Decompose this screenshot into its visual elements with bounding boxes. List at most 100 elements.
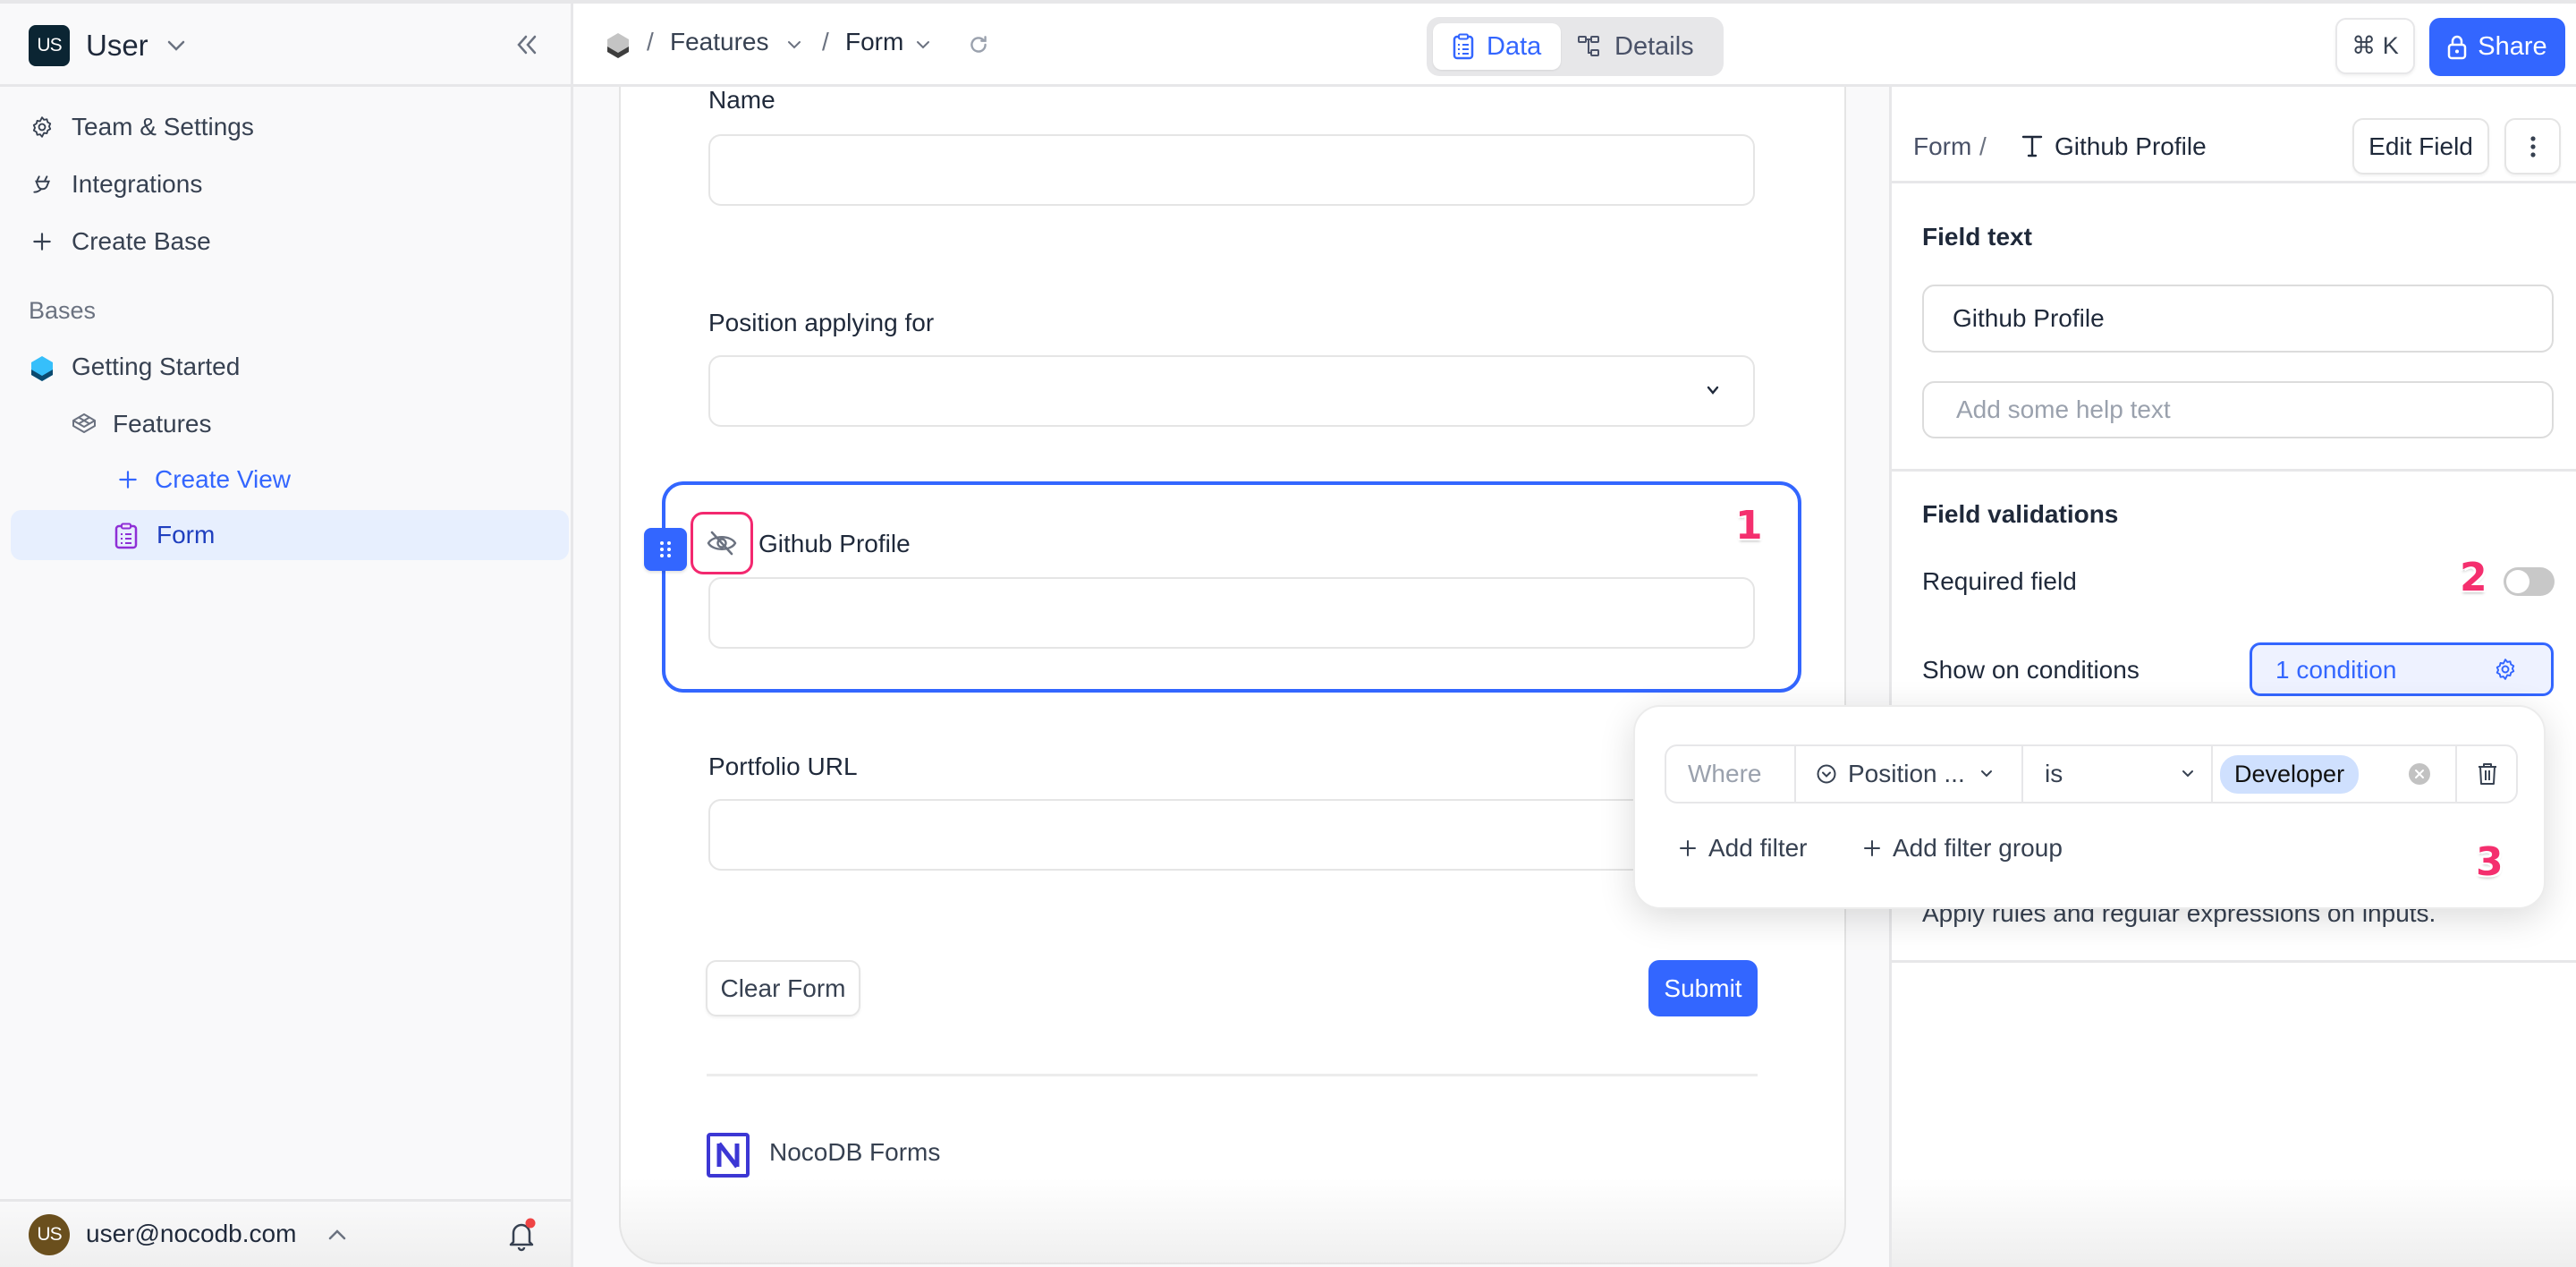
- user-avatar[interactable]: US: [29, 1214, 70, 1255]
- top-bar: / Features / Form Data Details ⌘ K Share: [573, 4, 2576, 87]
- workspace-avatar[interactable]: US: [29, 25, 70, 66]
- required-field-label: Required field: [1922, 567, 2077, 595]
- add-filter-group-button[interactable]: Add filter group: [1862, 834, 2063, 863]
- share-label: Share: [2478, 32, 2547, 61]
- tab-label: Details: [1614, 31, 1694, 61]
- filter-field-select[interactable]: Position ...: [1796, 746, 2023, 802]
- command-palette-button[interactable]: ⌘ K: [2335, 18, 2415, 74]
- filter-operator-select[interactable]: is: [2023, 746, 2213, 802]
- trash-icon: [2478, 762, 2497, 786]
- user-email[interactable]: user@nocodb.com: [86, 1220, 296, 1248]
- create-view-label: Create View: [155, 465, 292, 493]
- table-icon: [72, 412, 96, 436]
- nocodb-branding[interactable]: NocoDB Forms: [769, 1138, 940, 1167]
- plus-icon: [1864, 840, 1880, 856]
- lock-icon: [2447, 35, 2467, 60]
- conditions-button[interactable]: 1 condition: [2250, 642, 2554, 696]
- field-validations-heading: Field validations: [1922, 500, 2119, 528]
- delete-filter-button[interactable]: [2457, 746, 2518, 802]
- github-profile-input[interactable]: [708, 577, 1755, 649]
- chevron-down-icon[interactable]: [915, 39, 931, 50]
- annotation-3: 3: [2476, 839, 2504, 885]
- plus-icon: [116, 468, 140, 491]
- share-button[interactable]: Share: [2429, 18, 2565, 76]
- add-filter-label: Add filter: [1708, 834, 1808, 862]
- single-select-icon: [1816, 763, 1837, 785]
- clear-form-button[interactable]: Clear Form: [706, 960, 860, 1016]
- help-text-input[interactable]: Add some help text: [1922, 381, 2554, 438]
- filter-where-label: Where: [1666, 746, 1796, 802]
- required-field-toggle[interactable]: [2504, 567, 2555, 596]
- chevron-down-icon[interactable]: [786, 39, 802, 50]
- notification-bell-icon[interactable]: [506, 1218, 537, 1252]
- nocodb-logo-icon: [707, 1133, 750, 1178]
- breadcrumb-separator: /: [1979, 132, 1987, 160]
- create-view-button[interactable]: Create View: [0, 455, 571, 505]
- sidebar-item-team-settings[interactable]: Team & Settings: [0, 102, 571, 152]
- field-label-github: Github Profile: [758, 530, 911, 557]
- chevron-down-icon: [1705, 384, 1721, 396]
- chevron-down-icon: [1979, 769, 1994, 779]
- filter-field-label: Position ...: [1848, 760, 1965, 787]
- sidebar-item-integrations[interactable]: Integrations: [0, 159, 571, 209]
- name-input[interactable]: [708, 134, 1755, 206]
- workspace-header: US User: [0, 4, 571, 87]
- gear-icon: [2494, 658, 2517, 681]
- field-text-input[interactable]: Github Profile: [1922, 285, 2554, 353]
- field-text-heading: Field text: [1922, 223, 2032, 251]
- add-filter-group-label: Add filter group: [1893, 834, 2063, 862]
- view-item-form[interactable]: Form: [0, 510, 571, 560]
- base-icon[interactable]: [606, 32, 631, 59]
- field-label-position: Position applying for: [708, 309, 935, 336]
- gear-icon: [30, 115, 54, 139]
- edit-field-button[interactable]: Edit Field: [2352, 118, 2489, 174]
- sidebar-footer: US user@nocodb.com: [0, 1199, 571, 1267]
- section-divider: [1892, 469, 2576, 472]
- chevron-down-icon[interactable]: [166, 39, 186, 52]
- add-filter-button[interactable]: Add filter: [1678, 834, 1808, 863]
- reload-icon[interactable]: [967, 33, 990, 56]
- plus-icon: [30, 230, 54, 253]
- more-options-button[interactable]: [2504, 118, 2561, 174]
- tab-data[interactable]: Data: [1433, 23, 1561, 70]
- conditions-count: 1 condition: [2275, 656, 2397, 684]
- bases-section-label: Bases: [29, 297, 97, 324]
- breadcrumb-table[interactable]: Features: [670, 28, 769, 56]
- eye-off-icon: [707, 530, 737, 557]
- field-label-portfolio: Portfolio URL: [708, 753, 858, 780]
- text-type-icon: [2021, 133, 2044, 158]
- tab-label: Data: [1487, 31, 1542, 61]
- breadcrumb-view[interactable]: Form: [845, 28, 903, 56]
- sidebar: US User Team & Settings Integrations Cre…: [0, 4, 573, 1267]
- details-tree-icon: [1577, 35, 1602, 58]
- breadcrumb-separator: /: [822, 28, 829, 55]
- clear-value-icon[interactable]: [2408, 762, 2431, 786]
- table-item-features[interactable]: Features: [0, 399, 571, 449]
- chevron-up-icon[interactable]: [327, 1229, 347, 1241]
- form-divider: [707, 1074, 1758, 1076]
- collapse-sidebar-icon[interactable]: [515, 34, 538, 55]
- panel-field-name: Github Profile: [2055, 132, 2207, 160]
- view-name: Form: [157, 521, 216, 548]
- hide-field-button[interactable]: [691, 512, 753, 574]
- drag-dots-icon: [658, 540, 673, 559]
- base-item-getting-started[interactable]: Getting Started: [0, 342, 571, 392]
- conditions-popup: Where Position ... is Developer Add filt…: [1633, 705, 2546, 909]
- plus-icon: [1680, 840, 1696, 856]
- sidebar-item-label: Team & Settings: [72, 113, 254, 140]
- submit-button[interactable]: Submit: [1648, 960, 1758, 1016]
- show-on-conditions-label: Show on conditions: [1922, 656, 2140, 684]
- tab-details[interactable]: Details: [1563, 23, 1719, 70]
- portfolio-url-input[interactable]: [708, 799, 1755, 871]
- panel-breadcrumb-form[interactable]: Form: [1913, 132, 1971, 161]
- base-name: Getting Started: [72, 353, 241, 380]
- position-select[interactable]: [708, 355, 1755, 427]
- workspace-name[interactable]: User: [86, 29, 148, 63]
- annotation-2: 2: [2460, 555, 2487, 600]
- base-cube-icon: [30, 355, 54, 381]
- drag-handle[interactable]: [644, 528, 687, 571]
- filter-value-select[interactable]: Developer: [2213, 746, 2457, 802]
- sidebar-item-label: Integrations: [72, 170, 203, 198]
- sidebar-item-create-base[interactable]: Create Base: [0, 217, 571, 267]
- table-name: Features: [113, 410, 212, 438]
